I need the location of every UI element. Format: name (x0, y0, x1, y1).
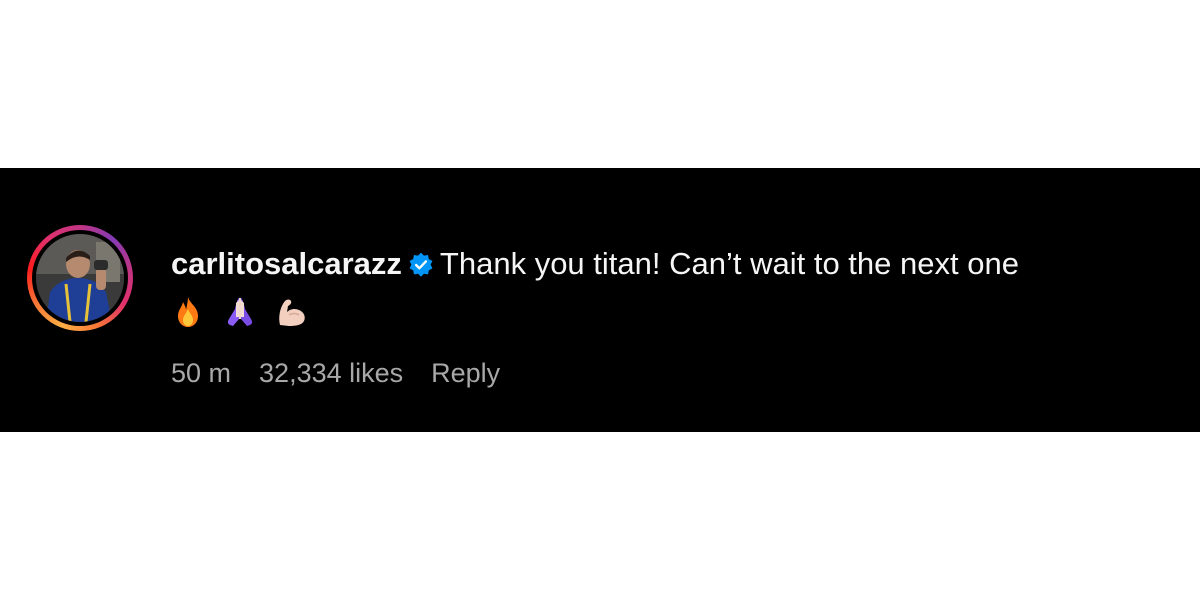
comment-text: Thank you titan! Can’t wait to the next … (439, 246, 1019, 281)
comment-content: carlitosalcarazz Thank you titan! Can’t … (171, 244, 1181, 332)
fire-emoji-icon (178, 297, 198, 327)
reply-button[interactable]: Reply (431, 358, 500, 388)
avatar-image (36, 234, 124, 322)
story-ring[interactable] (27, 225, 133, 331)
emoji-row (171, 292, 1181, 332)
flexed-biceps-emoji-icon (279, 299, 305, 326)
comment-row: carlitosalcarazz Thank you titan! Can’t … (0, 168, 1200, 432)
avatar[interactable] (36, 234, 124, 322)
timestamp: 50 m (171, 358, 232, 388)
praying-hands-emoji-icon (227, 298, 253, 326)
username-link[interactable]: carlitosalcarazz (171, 246, 402, 281)
verified-badge-icon (409, 252, 433, 277)
likes-count[interactable]: 32,334 likes (259, 358, 403, 388)
comment-text-line: carlitosalcarazz Thank you titan! Can’t … (171, 244, 1181, 284)
comment-meta: 50 m 32,334 likes Reply (171, 358, 528, 389)
page: carlitosalcarazz Thank you titan! Can’t … (0, 0, 1200, 600)
